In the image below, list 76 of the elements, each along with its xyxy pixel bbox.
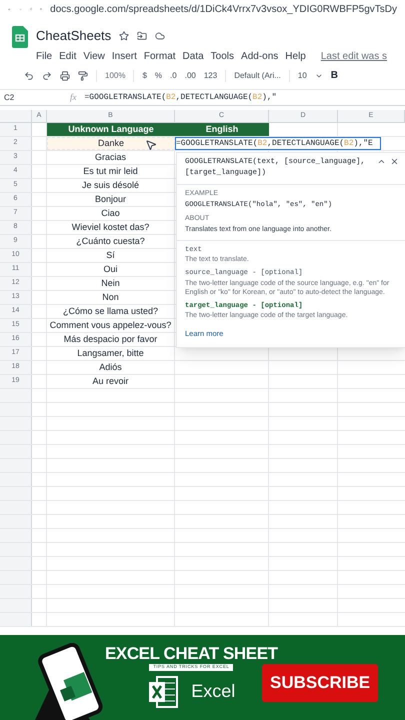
banner-title: EXCEL CHEAT SHEET [105,645,278,662]
bold-button[interactable]: B [330,68,338,83]
table-cell: Je suis désolé [47,179,175,192]
cloud-icon[interactable] [155,30,166,41]
table-cell: Unknown Language [47,123,175,136]
table-cell: English [175,123,269,136]
row-header[interactable] [0,389,32,402]
table-cell: Adiós [47,361,175,374]
currency-button[interactable]: $ [133,70,147,82]
undo-icon[interactable] [24,70,34,80]
paint-format-icon[interactable] [78,70,88,80]
folder-icon[interactable] [137,30,148,41]
menu-item[interactable]: Data [182,48,204,64]
table-cell: Non [47,291,175,304]
url-text[interactable]: docs.google.com/spreadsheets/d/1DiCk4Vrrx7v3vsox_YDIG0RWBFP5gvTsDy [50,2,397,16]
row-header[interactable] [0,571,32,584]
last-edit-link[interactable]: Last edit was s [320,48,388,64]
menu-item[interactable]: Add-ons [241,48,278,64]
number-format-dropdown[interactable]: 123 [204,70,218,82]
percent-button[interactable]: % [154,70,162,82]
row-header[interactable] [0,431,32,444]
spreadsheet-logo-icon [147,674,180,709]
row-header[interactable] [0,585,32,598]
table-cell: Langsamer, bitte [47,347,175,360]
star-icon[interactable] [119,30,130,41]
table-cell: ¿Cuánto cuesta? [47,235,175,248]
table-cell: Sí [47,249,175,262]
row-header[interactable] [0,459,32,472]
table-cell: Gracias [47,151,175,164]
table-cell: Ciao [47,207,175,220]
zoom-dropdown[interactable]: 100% [96,70,126,82]
font-size-dropdown[interactable]: 10 [288,70,307,82]
table-cell: Más despacio por favor [47,333,175,346]
close-icon[interactable] [390,157,399,166]
row-header[interactable] [0,543,32,556]
mouse-cursor-icon [145,139,157,151]
print-icon[interactable] [60,70,70,80]
app-name: Excel [191,680,236,704]
table-cell: Comment vous appelez-vous? [47,319,175,332]
table-cell: Nein [47,277,175,290]
menu-item[interactable]: Edit [59,48,76,64]
table-cell: Au revoir [47,375,175,388]
collapse-icon[interactable] [377,157,386,166]
row-header[interactable] [0,529,32,542]
subscribe-button[interactable]: SUBSCRIBE [262,664,378,702]
row-header[interactable] [0,445,32,458]
table-cell: Es tut mir leid [47,165,175,178]
row-header[interactable] [0,613,32,626]
sheets-logo-icon[interactable] [12,26,28,48]
row-header[interactable] [0,473,32,486]
redo-icon[interactable] [42,70,52,80]
increase-decimal-button[interactable]: .00 [184,70,196,82]
table-cell: Danke [47,137,175,150]
menu-item[interactable]: View [83,48,105,64]
table-cell: Wieviel kostet das? [47,221,175,234]
menu-item[interactable]: Insert [112,48,137,64]
menu-item[interactable]: Tools [210,48,234,64]
row-header[interactable] [0,487,32,500]
row-header[interactable] [0,515,32,528]
row-header[interactable] [0,403,32,416]
font-dropdown[interactable]: Default (Ari... [225,70,281,82]
row-header[interactable] [0,557,32,570]
table-cell: Oui [47,263,175,276]
table-cell: ¿Cómo se llama usted? [47,305,175,318]
menu-item[interactable]: Help [285,48,306,64]
decrease-decimal-button[interactable]: .0 [170,70,177,82]
fx-label: fx [70,90,76,104]
document-title[interactable]: CheatSheets [36,26,112,46]
row-header[interactable] [0,599,32,612]
menu-item[interactable]: Format [144,48,176,64]
name-box[interactable]: C2 [4,92,62,104]
formula-field: =GOOGLETRANSLATE(B2,DETECTLANGUAGE(B2)," [84,92,277,104]
row-header[interactable] [0,417,32,430]
menu-item[interactable]: File [36,48,52,64]
row-header[interactable] [0,501,32,514]
table-cell: Bonjour [47,193,175,206]
